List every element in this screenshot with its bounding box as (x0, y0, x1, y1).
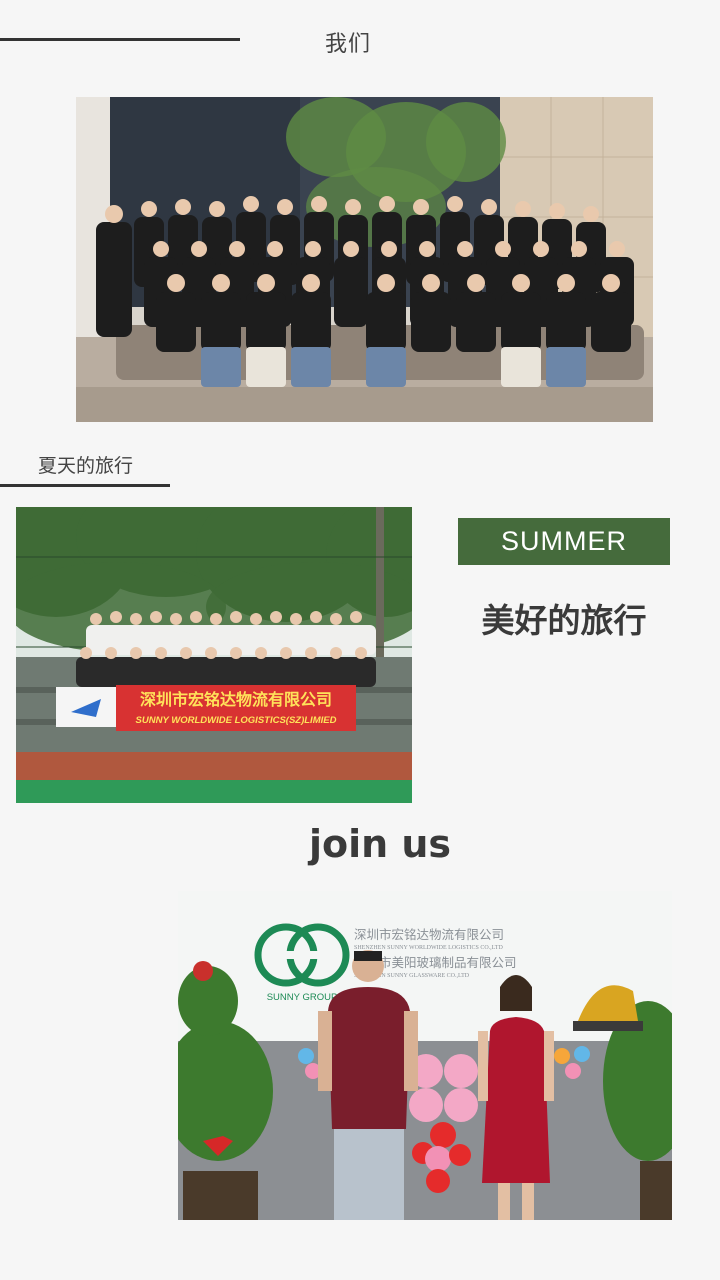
section-title-trip: 夏天的旅行 (38, 455, 134, 477)
summer-trip-photo: 深圳市宏铭达物流有限公司 SUNNY WORLDWIDE LOGISTICS(S… (16, 507, 412, 803)
logo-text: SUNNY GROUP (267, 992, 338, 1003)
wall-company1-cn: 深圳市宏铭达物流有限公司 (354, 927, 504, 942)
team-group-photo (76, 97, 653, 422)
summer-badge: SUMMER (458, 518, 670, 565)
divider-line-top (0, 38, 240, 41)
section-title-team: 我们 (325, 32, 372, 57)
trip-headline: 美好的旅行 (481, 601, 647, 640)
divider-line-middle (0, 484, 170, 487)
banner-en-text: SUNNY WORLDWIDE LOGISTICS(SZ)LIMIED (136, 715, 337, 726)
section-title-join: join us (308, 822, 452, 866)
join-us-photo: SUNNY GROUP 深圳市宏铭达物流有限公司 SHENZHEN SUNNY … (178, 891, 672, 1220)
banner-cn-text: 深圳市宏铭达物流有限公司 (140, 690, 332, 709)
wall-company1-en: SHENZHEN SUNNY WORLDWIDE LOGISTICS CO.,L… (354, 945, 503, 951)
